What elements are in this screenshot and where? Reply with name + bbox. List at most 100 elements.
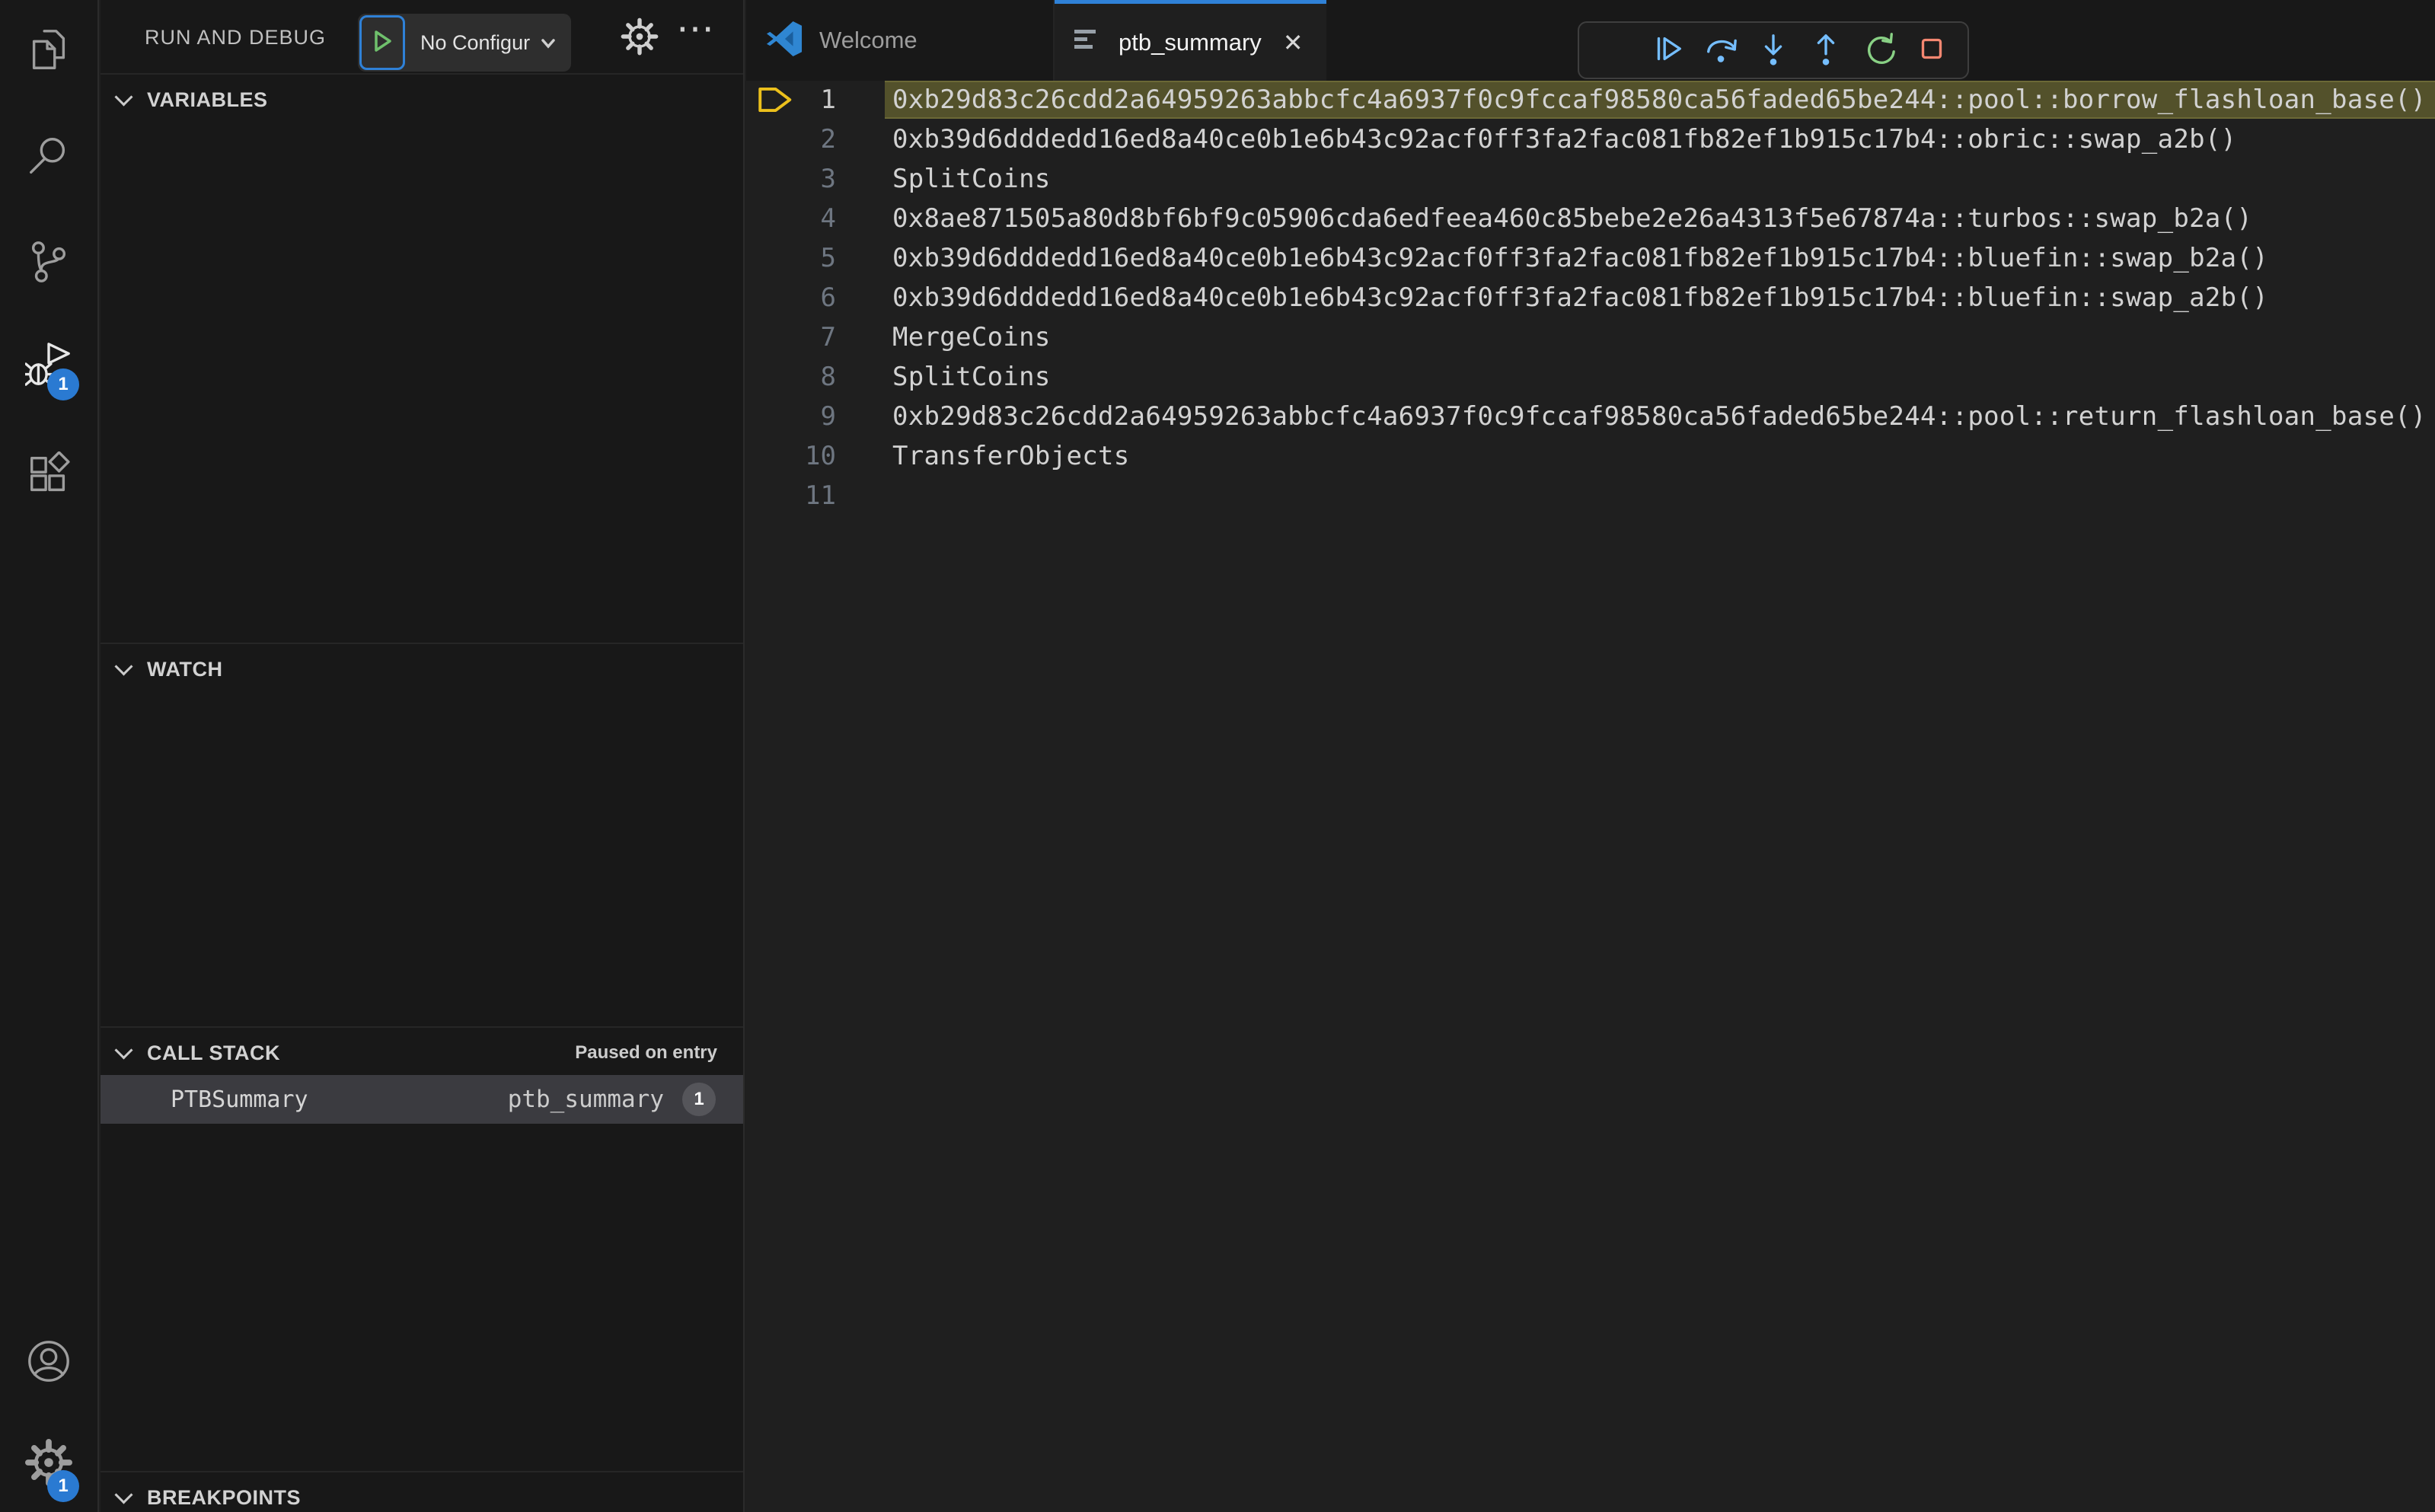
- watch-section-header[interactable]: WATCH: [101, 644, 743, 694]
- section-label: VARIABLES: [147, 88, 268, 111]
- frame-source: ptb_summary: [507, 1086, 664, 1113]
- section-label: WATCH: [147, 657, 223, 681]
- source-control-icon: [25, 238, 72, 289]
- activity-item-extensions[interactable]: [0, 431, 97, 522]
- launch-control: No Configur: [358, 14, 572, 72]
- code-line[interactable]: 1 0xb29d83c26cdd2a64959263abbcfc4a6937f0…: [746, 80, 2435, 120]
- watch-section: WATCH: [101, 643, 743, 1026]
- variables-section-header[interactable]: VARIABLES: [101, 75, 743, 125]
- line-number: 2: [820, 124, 836, 155]
- code-line[interactable]: 2 0xb39d6dddedd16ed8a40ce0b1e6b43c92acf0…: [746, 120, 2435, 159]
- chevron-down-icon: [114, 87, 133, 107]
- line-number: 10: [805, 441, 836, 471]
- editor-area: Welcome ptb_summary ✕ 1 0xb29d83c26cdd2a…: [746, 0, 2435, 1512]
- chevron-down-icon[interactable]: [536, 27, 571, 59]
- line-number: 8: [820, 362, 836, 392]
- run-and-debug-sidebar: RUN AND DEBUG No Configur ⋯ VARIABLES WA…: [101, 0, 745, 1512]
- code-line[interactable]: 9 0xb29d83c26cdd2a64959263abbcfc4a6937f0…: [746, 397, 2435, 436]
- step-out-button[interactable]: [1807, 31, 1845, 69]
- code-line[interactable]: 8 SplitCoins: [746, 357, 2435, 397]
- settings-count-badge: 1: [47, 1470, 79, 1502]
- gear-icon: [620, 18, 659, 59]
- search-icon: [25, 133, 72, 184]
- line-text: MergeCoins: [892, 322, 1051, 352]
- line-text: 0xb39d6dddedd16ed8a40ce0b1e6b43c92acf0ff…: [892, 124, 2237, 155]
- debug-toolbar: [1578, 21, 1969, 79]
- line-text: TransferObjects: [892, 441, 1130, 471]
- tab-ptb-summary[interactable]: ptb_summary ✕: [1055, 0, 1326, 81]
- frame-name: PTBSummary: [171, 1086, 308, 1113]
- line-text: 0xb29d83c26cdd2a64959263abbcfc4a6937f0c9…: [892, 401, 2427, 432]
- debug-stop-icon: [1914, 31, 1949, 70]
- code-line[interactable]: 11: [746, 476, 2435, 515]
- account-icon: [25, 1338, 72, 1389]
- code-editor[interactable]: 1 0xb29d83c26cdd2a64959263abbcfc4a6937f0…: [746, 80, 2435, 1512]
- debug-step-over-icon: [1703, 31, 1738, 70]
- line-text: 0x8ae871505a80d8bf6bf9c05906cda6edfeea46…: [892, 203, 2253, 234]
- restart-button[interactable]: [1860, 31, 1898, 69]
- tab-label: ptb_summary: [1119, 28, 1262, 56]
- code-line[interactable]: 7 MergeCoins: [746, 317, 2435, 357]
- ellipsis-icon: ⋯: [676, 7, 714, 49]
- chevron-down-icon: [114, 1040, 133, 1060]
- tab-label: Welcome: [819, 27, 918, 53]
- chevron-down-icon: [114, 1485, 133, 1504]
- line-number: 3: [820, 164, 836, 194]
- start-debug-button[interactable]: [359, 15, 405, 70]
- extensions-icon: [25, 451, 72, 502]
- debug-step-out-icon: [1808, 31, 1843, 70]
- debug-continue-icon: [1650, 31, 1685, 70]
- more-actions-button[interactable]: ⋯: [676, 6, 714, 50]
- toolbar-drag-handle[interactable]: [1596, 31, 1634, 69]
- chevron-down-icon: [114, 656, 133, 676]
- line-number: 6: [820, 282, 836, 313]
- frame-line-badge: 1: [682, 1083, 716, 1116]
- variables-section: VARIABLES: [101, 73, 743, 643]
- activity-item-settings[interactable]: 1: [0, 1418, 97, 1510]
- code-line[interactable]: 3 SplitCoins: [746, 159, 2435, 199]
- line-number: 4: [820, 203, 836, 234]
- step-into-button[interactable]: [1754, 31, 1792, 69]
- breakpoints-section-header[interactable]: BREAKPOINTS: [101, 1472, 743, 1512]
- line-text: 0xb29d83c26cdd2a64959263abbcfc4a6937f0c9…: [892, 85, 2427, 115]
- line-text: SplitCoins: [892, 164, 1051, 194]
- drag-handle-icon: [1597, 31, 1632, 70]
- list-file-icon: [1074, 24, 1102, 61]
- call-stack-frame-row[interactable]: PTBSummary ptb_summary 1: [101, 1075, 743, 1124]
- line-text: SplitCoins: [892, 362, 1051, 392]
- code-line[interactable]: 5 0xb39d6dddedd16ed8a40ce0b1e6b43c92acf0…: [746, 238, 2435, 278]
- section-label: BREAKPOINTS: [147, 1485, 302, 1509]
- debug-start-icon: [370, 28, 394, 58]
- line-number: 9: [820, 401, 836, 432]
- activity-item-run-and-debug[interactable]: 1: [0, 320, 97, 411]
- line-text: 0xb39d6dddedd16ed8a40ce0b1e6b43c92acf0ff…: [892, 282, 2268, 313]
- close-icon[interactable]: ✕: [1283, 28, 1304, 57]
- vscode-logo-icon: [766, 21, 803, 61]
- section-label: CALL STACK: [147, 1041, 280, 1064]
- debug-step-into-icon: [1756, 31, 1791, 70]
- step-over-button[interactable]: [1702, 31, 1740, 69]
- line-number: 11: [805, 480, 836, 511]
- continue-button[interactable]: [1648, 31, 1687, 69]
- debug-settings-gear-button[interactable]: [620, 17, 659, 60]
- tab-welcome[interactable]: Welcome: [746, 0, 1055, 81]
- debug-restart-icon: [1862, 31, 1897, 70]
- code-line[interactable]: 4 0x8ae871505a80d8bf6bf9c05906cda6edfeea…: [746, 199, 2435, 238]
- code-line[interactable]: 6 0xb39d6dddedd16ed8a40ce0b1e6b43c92acf0…: [746, 278, 2435, 317]
- line-number: 5: [820, 243, 836, 273]
- activity-item-explorer[interactable]: [0, 6, 97, 97]
- call-stack-section-header[interactable]: CALL STACK Paused on entry: [101, 1028, 743, 1078]
- activity-item-accounts[interactable]: [0, 1317, 97, 1408]
- activity-item-source-control[interactable]: [0, 218, 97, 309]
- debug-count-badge: 1: [47, 368, 79, 400]
- launch-config-dropdown[interactable]: No Configur: [407, 31, 536, 55]
- line-number: 7: [820, 322, 836, 352]
- line-text: 0xb39d6dddedd16ed8a40ce0b1e6b43c92acf0ff…: [892, 243, 2268, 273]
- code-line[interactable]: 10 TransferObjects: [746, 436, 2435, 476]
- pause-status-label: Paused on entry: [575, 1042, 717, 1063]
- call-stack-section: CALL STACK Paused on entry PTBSummary pt…: [101, 1026, 743, 1471]
- activity-item-search[interactable]: [0, 113, 97, 204]
- current-execution-arrow-icon: [755, 82, 793, 117]
- explorer-icon: [25, 27, 72, 78]
- stop-button[interactable]: [1913, 31, 1951, 69]
